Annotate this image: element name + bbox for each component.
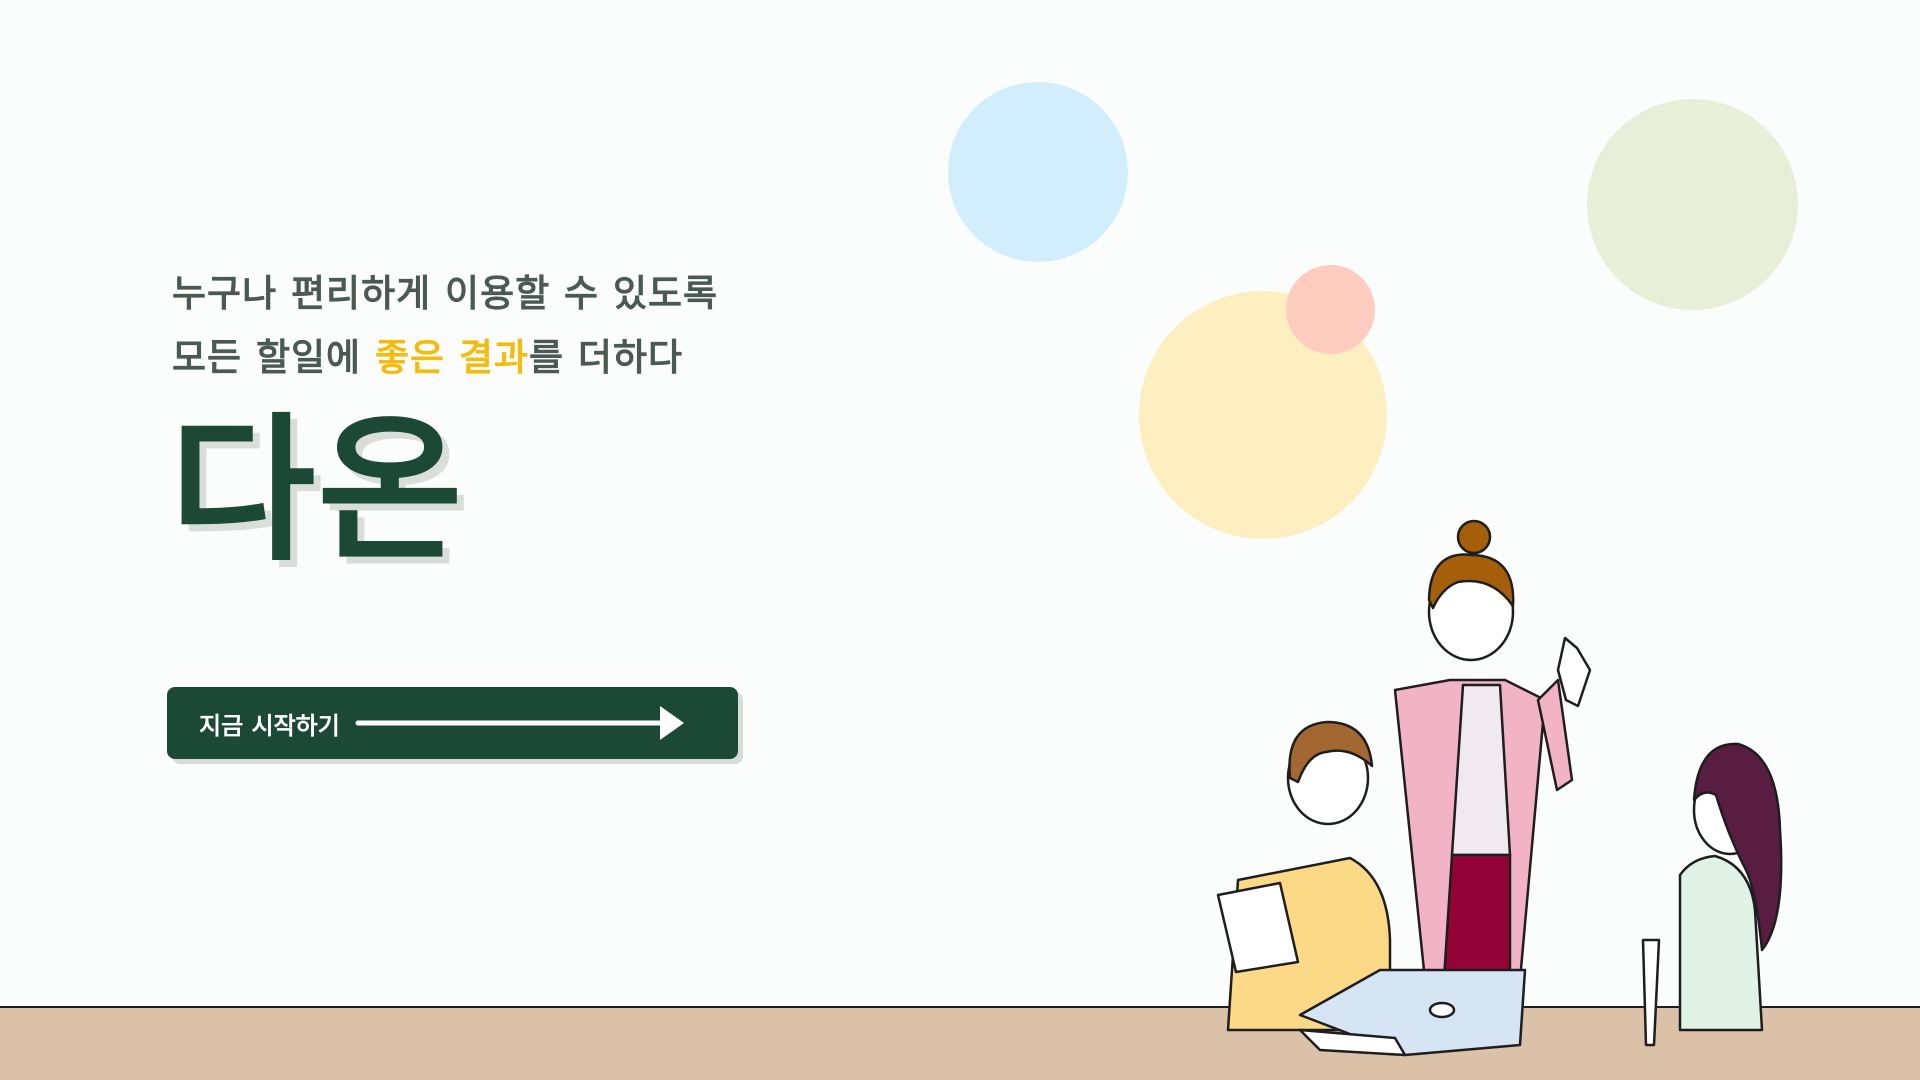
hero-stage: 누구나 편리하게 이용할 수 있도록 모든 할일에 좋은 결과를 더하다 다온 … <box>0 0 1920 1080</box>
tagline-highlight: 좋은 결과 <box>374 336 530 379</box>
tagline-line-2-end: 를 더하다 <box>529 336 684 379</box>
start-now-button[interactable]: 지금 시작하기 <box>167 687 738 759</box>
brand-title: 다온 <box>170 399 465 583</box>
decor-circle-pink <box>1286 265 1375 354</box>
start-now-label: 지금 시작하기 <box>199 711 340 740</box>
tagline-line-2-start: 모든 할일에 <box>172 336 375 379</box>
tagline-line-1: 누구나 편리하게 이용할 수 있도록 <box>172 272 719 315</box>
decor-circle-green <box>1587 99 1798 310</box>
decor-circle-blue <box>948 82 1128 262</box>
hero-tagline: 누구나 편리하게 이용할 수 있도록 모든 할일에 좋은 결과를 더하다 <box>172 262 718 390</box>
tagline-line-2: 모든 할일에 좋은 결과를 더하다 <box>172 326 718 390</box>
team-meeting-illustration <box>1216 519 1783 1057</box>
arrow-right-icon <box>355 706 684 740</box>
